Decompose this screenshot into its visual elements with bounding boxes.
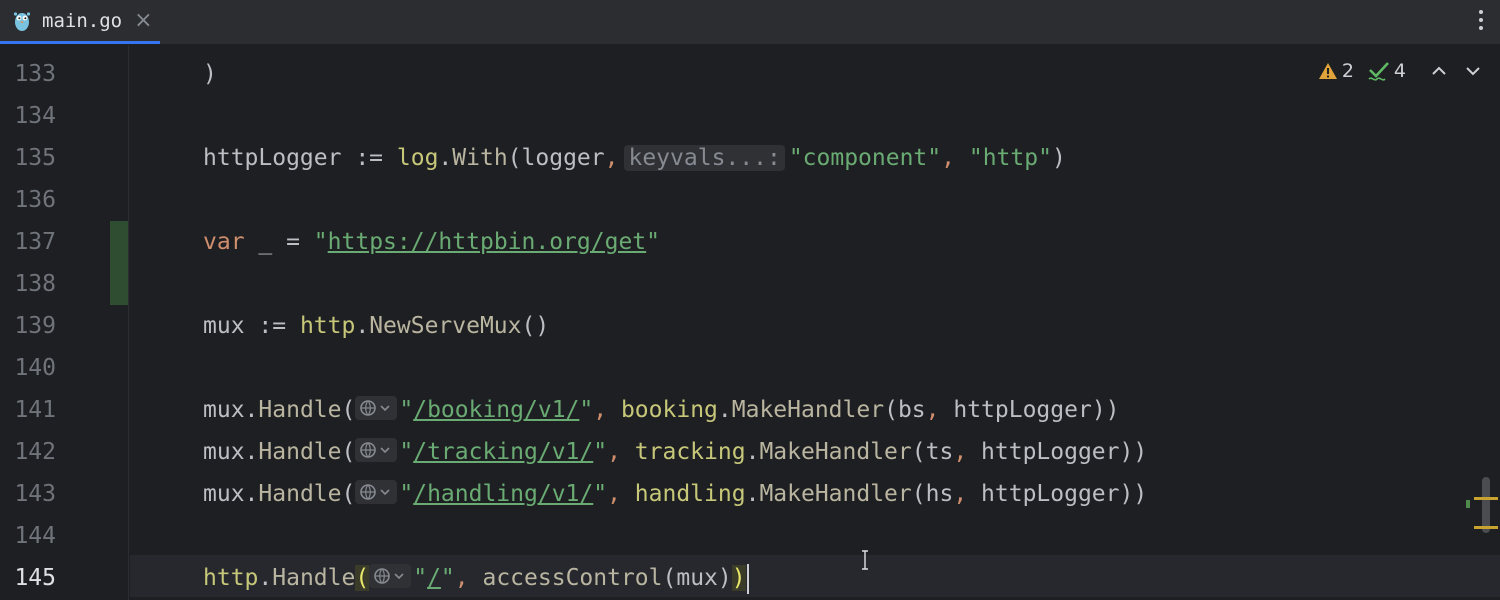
inspection-widget[interactable]: 2 4 xyxy=(1318,58,1482,84)
line-number: 135 xyxy=(14,145,56,171)
package-name: http xyxy=(299,313,356,339)
code-line-141[interactable]: mux.Handle("/booking/v1/", booking.MakeH… xyxy=(203,389,1120,431)
argument: mux xyxy=(676,565,718,591)
package-name: handling xyxy=(634,481,746,507)
argument: logger xyxy=(521,145,605,171)
argument: httpLogger xyxy=(981,439,1120,465)
route-path[interactable]: /handling/v1/ xyxy=(413,481,593,507)
warning-stripe[interactable] xyxy=(1474,526,1498,529)
tab-label: main.go xyxy=(42,9,123,32)
quote: " xyxy=(313,229,328,255)
text-caret xyxy=(746,563,749,594)
code-line-145[interactable]: http.Handle("/", accessControl(mux)) xyxy=(203,557,749,599)
line-number: 133 xyxy=(14,61,56,87)
function-call: Handle xyxy=(258,397,342,423)
line-number: 138 xyxy=(14,271,56,297)
identifier: mux xyxy=(203,313,245,339)
argument: hs xyxy=(925,481,954,507)
line-number: 144 xyxy=(14,523,56,549)
line-number: 139 xyxy=(14,313,56,339)
endpoint-globe-icon[interactable] xyxy=(369,563,412,588)
argument: httpLogger xyxy=(981,481,1120,507)
closing-paren: ) xyxy=(203,61,217,87)
ibeam-cursor-icon xyxy=(862,550,868,570)
editor-tab-bar: main.go × xyxy=(0,0,1500,45)
function-call: MakeHandler xyxy=(759,439,912,465)
endpoint-globe-icon[interactable] xyxy=(355,395,398,420)
code-line-137[interactable]: var _ = "https://httpbin.org/get" xyxy=(203,221,660,263)
package-name: http xyxy=(203,565,259,591)
url-link[interactable]: https://httpbin.org/get xyxy=(328,229,647,255)
line-number: 140 xyxy=(14,355,56,381)
next-highlight-icon[interactable] xyxy=(1464,62,1482,80)
quote: " xyxy=(646,229,661,255)
route-path[interactable]: / xyxy=(427,565,441,591)
function-call: Handle xyxy=(258,481,342,507)
identifier: mux xyxy=(203,397,245,423)
argument: ts xyxy=(925,439,954,465)
matched-bracket: ( xyxy=(355,565,370,591)
keyword: var xyxy=(203,229,245,255)
line-number: 142 xyxy=(14,439,56,465)
argument: bs xyxy=(897,397,926,423)
argument: httpLogger xyxy=(953,397,1092,423)
code-line-143[interactable]: mux.Handle("/handling/v1/", handling.Mak… xyxy=(203,473,1147,515)
operator: := xyxy=(244,313,300,339)
change-stripe[interactable] xyxy=(1466,500,1470,508)
call-parens: () xyxy=(521,313,550,339)
operator: := xyxy=(341,145,397,171)
matched-bracket: ) xyxy=(731,565,746,591)
code-line-142[interactable]: mux.Handle("/tracking/v1/", tracking.Mak… xyxy=(203,431,1147,473)
line-number-current: 145 xyxy=(14,565,56,591)
function-call: With xyxy=(452,145,508,171)
warnings-count: 2 xyxy=(1341,60,1354,82)
close-icon[interactable]: × xyxy=(134,8,152,33)
line-number: 143 xyxy=(14,481,56,507)
function-call: Handle xyxy=(258,439,342,465)
string-literal: "http" xyxy=(968,145,1052,171)
package-name: log xyxy=(396,145,439,171)
route-path[interactable]: /tracking/v1/ xyxy=(413,439,593,465)
vcs-change-marker[interactable] xyxy=(110,221,128,305)
function-call: accessControl xyxy=(482,565,663,591)
checks-counter[interactable]: 4 xyxy=(1368,60,1406,82)
code-editor[interactable]: 133 134 135 136 137 138 139 140 141 142 … xyxy=(0,45,1500,600)
warnings-counter[interactable]: 2 xyxy=(1318,60,1354,82)
code-line-139[interactable]: mux := http.NewServeMux() xyxy=(203,305,549,347)
line-number: 137 xyxy=(14,229,56,255)
route-path[interactable]: /booking/v1/ xyxy=(413,397,579,423)
function-call: NewServeMux xyxy=(369,313,522,339)
previous-highlight-icon[interactable] xyxy=(1430,62,1448,80)
more-options-icon[interactable] xyxy=(1478,10,1484,32)
checks-count: 4 xyxy=(1393,60,1406,82)
function-call: MakeHandler xyxy=(759,481,912,507)
assignment: _ = xyxy=(244,229,314,255)
string-literal: "component" xyxy=(788,145,942,171)
warning-icon xyxy=(1318,63,1337,79)
check-icon xyxy=(1368,62,1389,81)
identifier: mux xyxy=(203,439,245,465)
gopher-icon xyxy=(13,11,31,31)
code-line-133[interactable]: ) xyxy=(203,53,217,95)
line-number: 136 xyxy=(14,187,56,213)
line-number: 141 xyxy=(14,397,56,423)
code-line-135[interactable]: httpLogger := log.With(logger, keyvals...… xyxy=(203,137,1066,179)
function-call: MakeHandler xyxy=(731,397,885,423)
parameter-hint: keyvals...: xyxy=(624,145,785,171)
identifier: mux xyxy=(203,481,245,507)
identifier: httpLogger xyxy=(203,145,342,171)
function-call: Handle xyxy=(272,565,356,591)
warning-stripe[interactable] xyxy=(1474,497,1498,500)
endpoint-globe-icon[interactable] xyxy=(355,479,398,504)
line-number: 134 xyxy=(14,103,56,129)
tab-main-go[interactable]: main.go × xyxy=(0,0,160,44)
package-name: booking xyxy=(620,397,718,423)
scrollbar-thumb[interactable] xyxy=(1482,477,1490,533)
endpoint-globe-icon[interactable] xyxy=(355,437,398,462)
package-name: tracking xyxy=(634,439,746,465)
